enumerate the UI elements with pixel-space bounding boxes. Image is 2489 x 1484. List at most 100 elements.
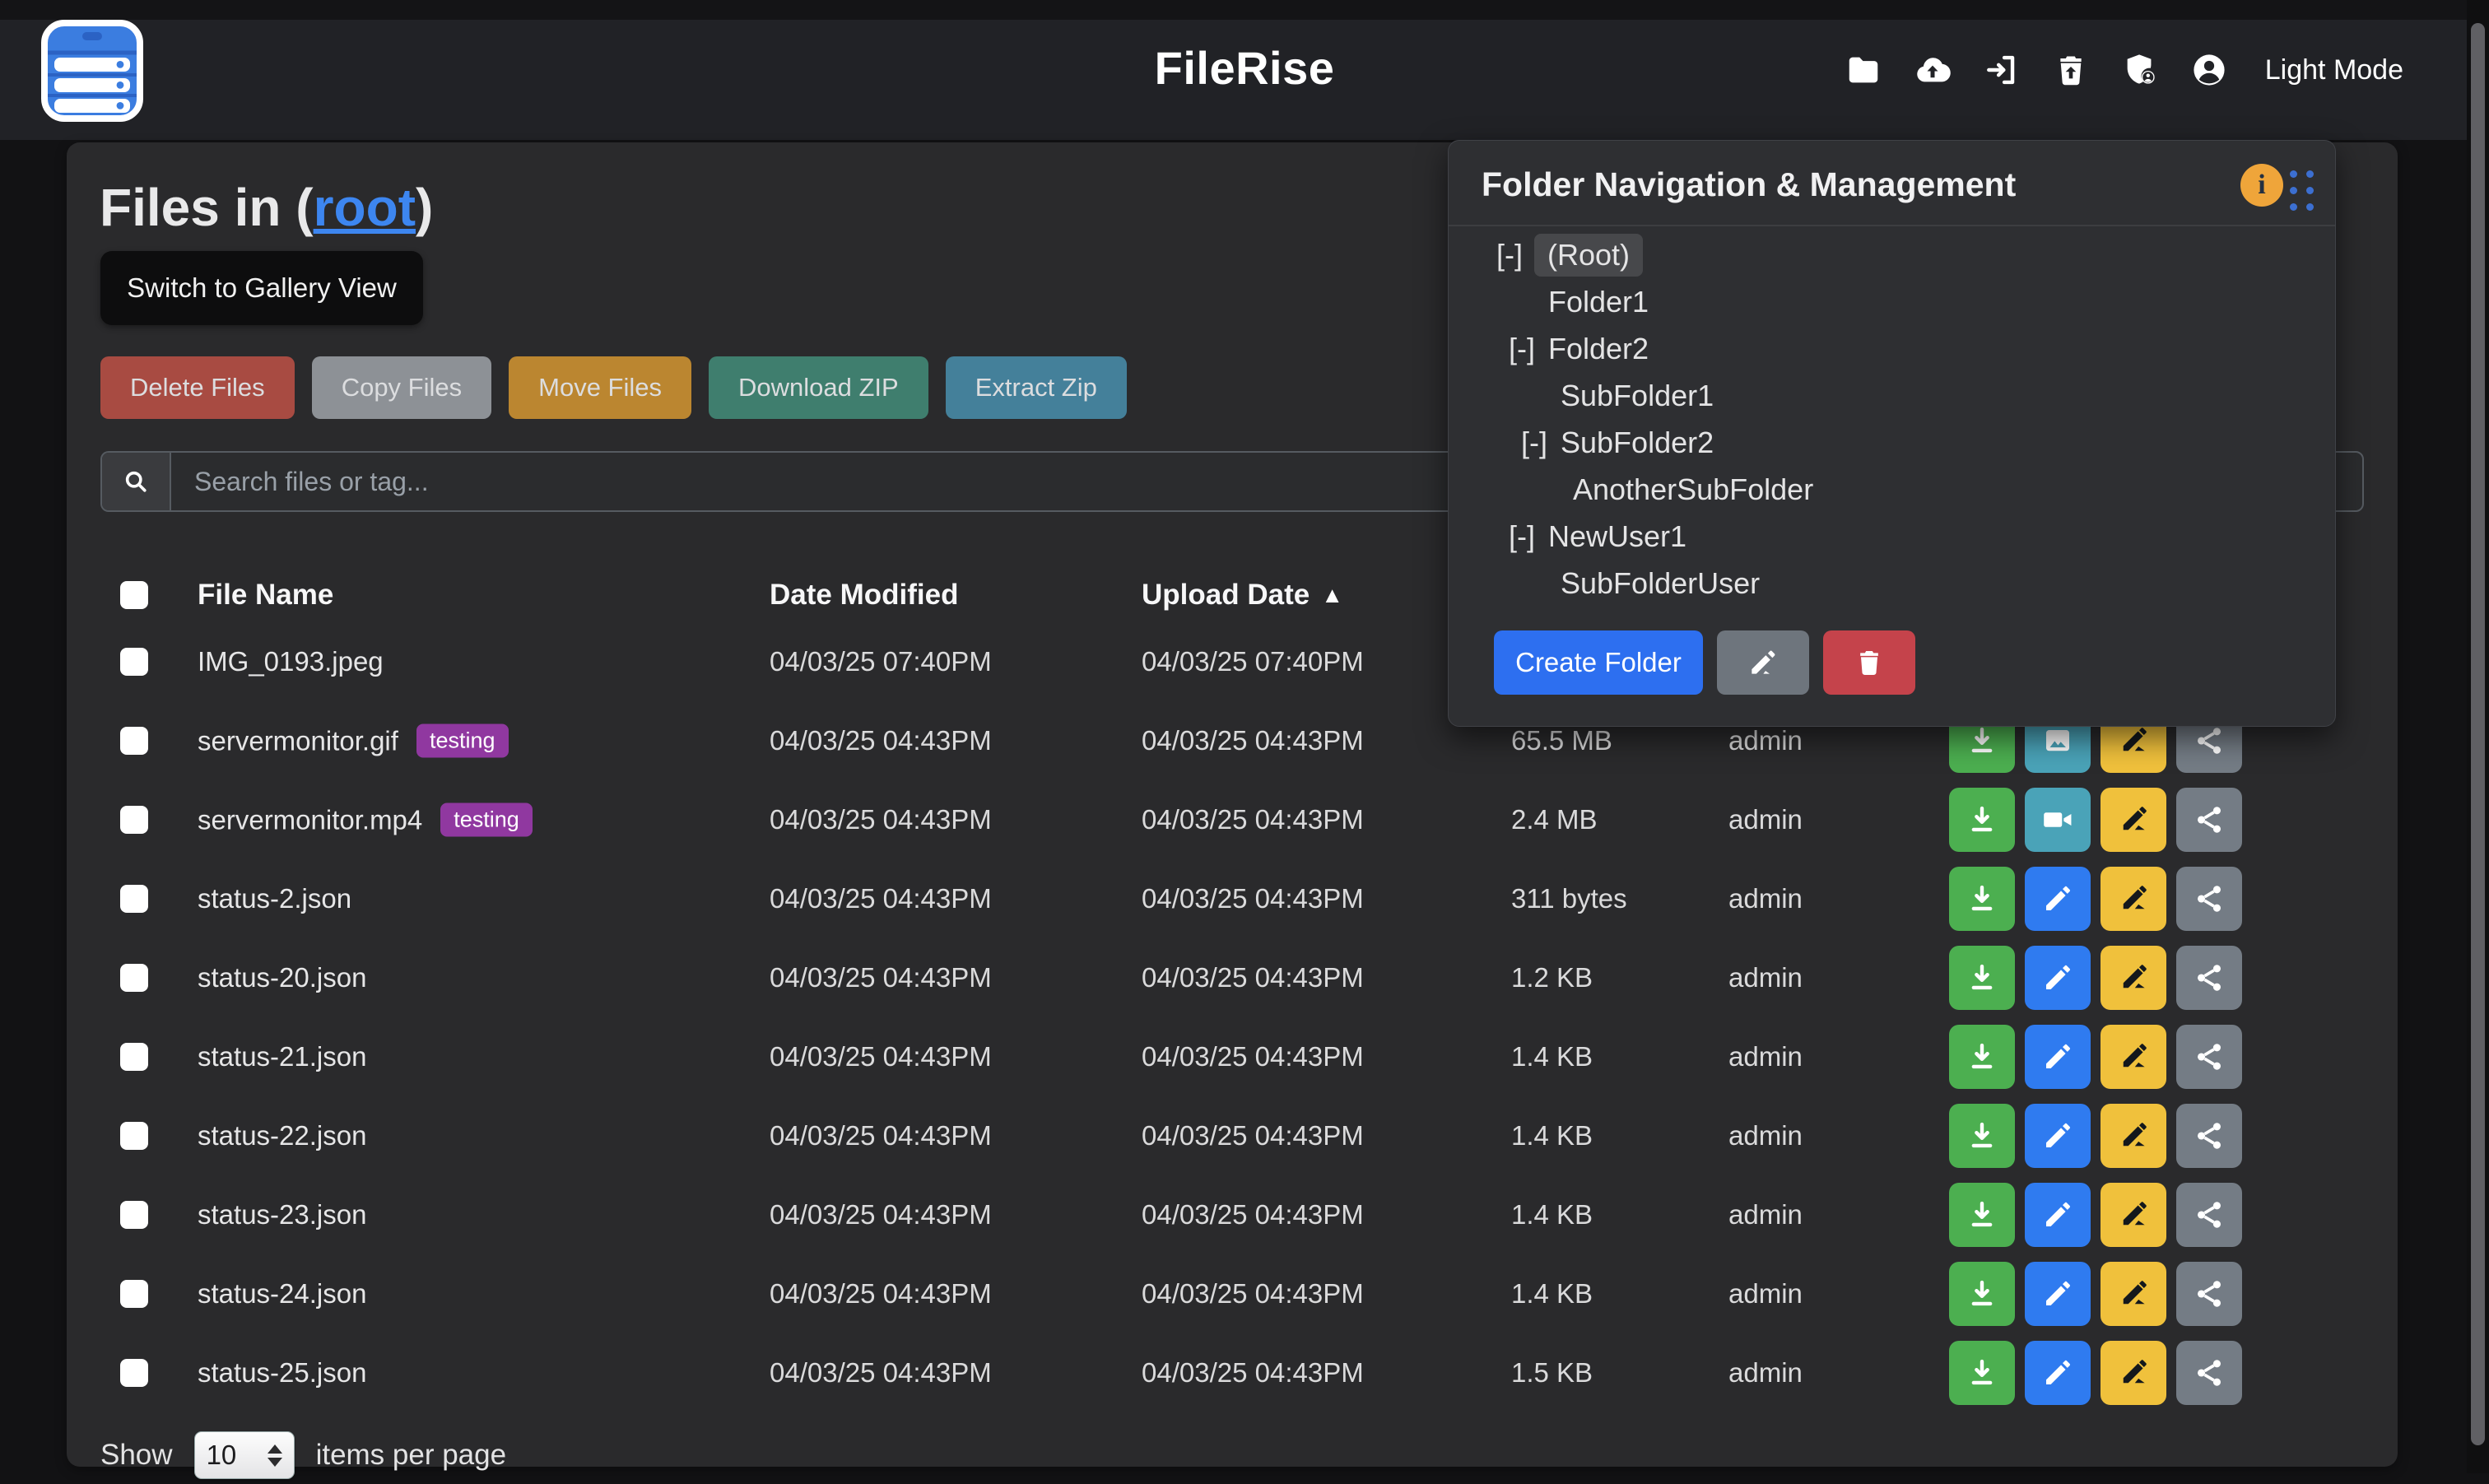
date-modified-cell: 04/03/25 04:43PM <box>770 1357 992 1389</box>
folder-tree-item[interactable]: SubFolderUser <box>1449 560 2335 607</box>
row-checkbox[interactable] <box>120 964 148 992</box>
select-all-checkbox[interactable] <box>120 581 148 609</box>
folder-tree-item[interactable]: [-] (Root) <box>1449 231 2335 278</box>
rename-tag-button[interactable] <box>2101 1341 2166 1405</box>
row-actions <box>1949 946 2242 1010</box>
extract-zip-button[interactable]: Extract Zip <box>946 356 1127 419</box>
file-name-cell[interactable]: servermonitor.gif testing <box>198 724 509 758</box>
preview-edit-button[interactable] <box>2025 946 2091 1010</box>
folder-tree-item[interactable]: SubFolder1 <box>1449 372 2335 419</box>
shield-user-icon[interactable] <box>2120 50 2160 90</box>
download-button[interactable] <box>1949 1183 2015 1247</box>
download-zip-button[interactable]: Download ZIP <box>709 356 928 419</box>
row-checkbox[interactable] <box>120 1359 148 1387</box>
move-files-button[interactable]: Move Files <box>509 356 691 419</box>
rename-tag-button[interactable] <box>2101 788 2166 852</box>
filerise-logo[interactable] <box>40 18 145 123</box>
file-name-cell[interactable]: status-21.json <box>198 1041 366 1072</box>
folder-tree-item[interactable]: AnotherSubFolder <box>1449 466 2335 513</box>
preview-edit-button[interactable] <box>2025 1104 2091 1168</box>
folder-tree-item[interactable]: [-] Folder2 <box>1449 325 2335 372</box>
share-button[interactable] <box>2176 1025 2242 1089</box>
download-button[interactable] <box>1949 1104 2015 1168</box>
share-button[interactable] <box>2176 867 2242 931</box>
share-button[interactable] <box>2176 1183 2242 1247</box>
row-checkbox[interactable] <box>120 1280 148 1308</box>
column-header-date-modified[interactable]: Date Modified <box>770 579 958 612</box>
column-header-upload-date[interactable]: Upload Date▲ <box>1142 579 1343 612</box>
file-name-cell[interactable]: servermonitor.mp4 testing <box>198 803 533 837</box>
items-per-page-select[interactable]: 10 <box>194 1431 295 1479</box>
sign-in-icon[interactable] <box>1982 50 2021 90</box>
collapse-toggle[interactable]: [-] <box>1509 332 1547 366</box>
cloud-upload-icon[interactable] <box>1913 50 1952 90</box>
file-name-cell[interactable]: status-22.json <box>198 1120 366 1151</box>
download-button[interactable] <box>1949 1262 2015 1326</box>
drag-handle-icon[interactable] <box>2290 170 2314 211</box>
preview-edit-button[interactable] <box>2025 1183 2091 1247</box>
file-name-cell[interactable]: status-25.json <box>198 1357 366 1389</box>
row-checkbox[interactable] <box>120 1043 148 1071</box>
share-button[interactable] <box>2176 788 2242 852</box>
folder-tree-item[interactable]: Folder1 <box>1449 278 2335 325</box>
download-button[interactable] <box>1949 867 2015 931</box>
rename-tag-button[interactable] <box>2101 946 2166 1010</box>
collapse-toggle[interactable]: [-] <box>1509 519 1547 554</box>
download-button[interactable] <box>1949 1025 2015 1089</box>
row-checkbox[interactable] <box>120 806 148 834</box>
row-checkbox[interactable] <box>120 648 148 676</box>
rename-tag-button[interactable] <box>2101 1262 2166 1326</box>
collapse-toggle[interactable]: [-] <box>1521 426 1559 460</box>
preview-edit-button[interactable] <box>2025 1262 2091 1326</box>
scrollbar-thumb[interactable] <box>2471 23 2485 1445</box>
folder-name: SubFolderUser <box>1559 562 1761 605</box>
pencil-icon <box>2040 1198 2075 1232</box>
file-name-cell[interactable]: status-23.json <box>198 1199 366 1230</box>
create-folder-button[interactable]: Create Folder <box>1494 630 1703 695</box>
share-button[interactable] <box>2176 1262 2242 1326</box>
uploader-cell: admin <box>1728 725 1803 756</box>
file-size-cell: 311 bytes <box>1511 883 1627 914</box>
folder-icon[interactable] <box>1844 50 1883 90</box>
share-button[interactable] <box>2176 1341 2242 1405</box>
delete-folder-button[interactable] <box>1823 630 1915 695</box>
date-modified-cell: 04/03/25 04:43PM <box>770 725 992 756</box>
delete-files-button[interactable]: Delete Files <box>100 356 295 419</box>
file-name-cell[interactable]: status-20.json <box>198 962 366 993</box>
file-name-cell[interactable]: status-24.json <box>198 1278 366 1310</box>
column-header-file-name[interactable]: File Name <box>198 579 333 612</box>
trash-restore-icon[interactable] <box>2051 50 2091 90</box>
preview-edit-button[interactable] <box>2025 1025 2091 1089</box>
rename-tag-button[interactable] <box>2101 1025 2166 1089</box>
row-checkbox[interactable] <box>120 1201 148 1229</box>
file-name-cell[interactable]: IMG_0193.jpeg <box>198 646 384 677</box>
folder-tree-item[interactable]: [-] SubFolder2 <box>1449 419 2335 466</box>
rename-tag-button[interactable] <box>2101 867 2166 931</box>
collapse-toggle[interactable]: [-] <box>1496 238 1534 272</box>
row-checkbox[interactable] <box>120 885 148 913</box>
preview-edit-button[interactable] <box>2025 788 2091 852</box>
row-checkbox[interactable] <box>120 727 148 755</box>
download-button[interactable] <box>1949 946 2015 1010</box>
row-checkbox[interactable] <box>120 1122 148 1150</box>
rename-folder-button[interactable] <box>1717 630 1809 695</box>
account-icon[interactable] <box>2189 50 2229 90</box>
search-icon[interactable] <box>102 453 171 510</box>
light-mode-toggle[interactable]: Light Mode <box>2265 54 2403 86</box>
heading-prefix: Files in ( <box>100 178 314 237</box>
share-button[interactable] <box>2176 1104 2242 1168</box>
preview-edit-button[interactable] <box>2025 1341 2091 1405</box>
info-icon[interactable]: i <box>2240 164 2283 207</box>
rename-tag-button[interactable] <box>2101 1104 2166 1168</box>
folder-tree-item[interactable]: [-] NewUser1 <box>1449 513 2335 560</box>
download-button[interactable] <box>1949 1341 2015 1405</box>
share-button[interactable] <box>2176 946 2242 1010</box>
switch-gallery-view-button[interactable]: Switch to Gallery View <box>100 251 423 325</box>
copy-files-button[interactable]: Copy Files <box>312 356 491 419</box>
root-folder-link[interactable]: root <box>314 178 416 237</box>
row-actions <box>1949 1262 2242 1326</box>
file-name-cell[interactable]: status-2.json <box>198 883 351 914</box>
preview-edit-button[interactable] <box>2025 867 2091 931</box>
rename-tag-button[interactable] <box>2101 1183 2166 1247</box>
download-button[interactable] <box>1949 788 2015 852</box>
